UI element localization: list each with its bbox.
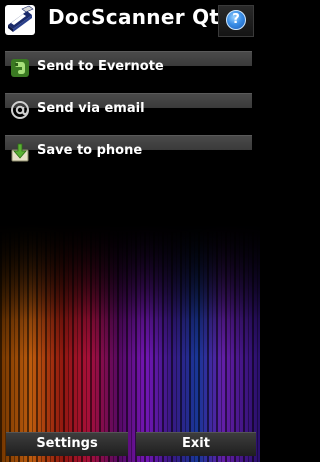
app-title: DocScanner Qt: [48, 5, 220, 29]
menu-item-label: Send via email: [37, 101, 145, 116]
scanner-icon: [5, 5, 35, 35]
menu-item-label: Send to Evernote: [37, 59, 164, 74]
main-menu: Send to Evernote Send via email Save to …: [5, 51, 252, 177]
menu-item-save-to-phone[interactable]: Save to phone: [5, 135, 252, 167]
help-icon: ?: [226, 10, 246, 30]
at-sign-icon: [10, 100, 30, 120]
menu-item-send-via-email[interactable]: Send via email: [5, 93, 252, 125]
save-download-icon: [10, 142, 30, 162]
menu-item-send-to-evernote[interactable]: Send to Evernote: [5, 51, 252, 83]
help-button[interactable]: ?: [218, 5, 254, 37]
menu-item-label: Save to phone: [37, 143, 143, 158]
header: DocScanner Qt ?: [0, 0, 260, 44]
evernote-icon: [10, 58, 30, 78]
settings-button[interactable]: Settings: [6, 432, 128, 456]
exit-button[interactable]: Exit: [136, 432, 256, 456]
